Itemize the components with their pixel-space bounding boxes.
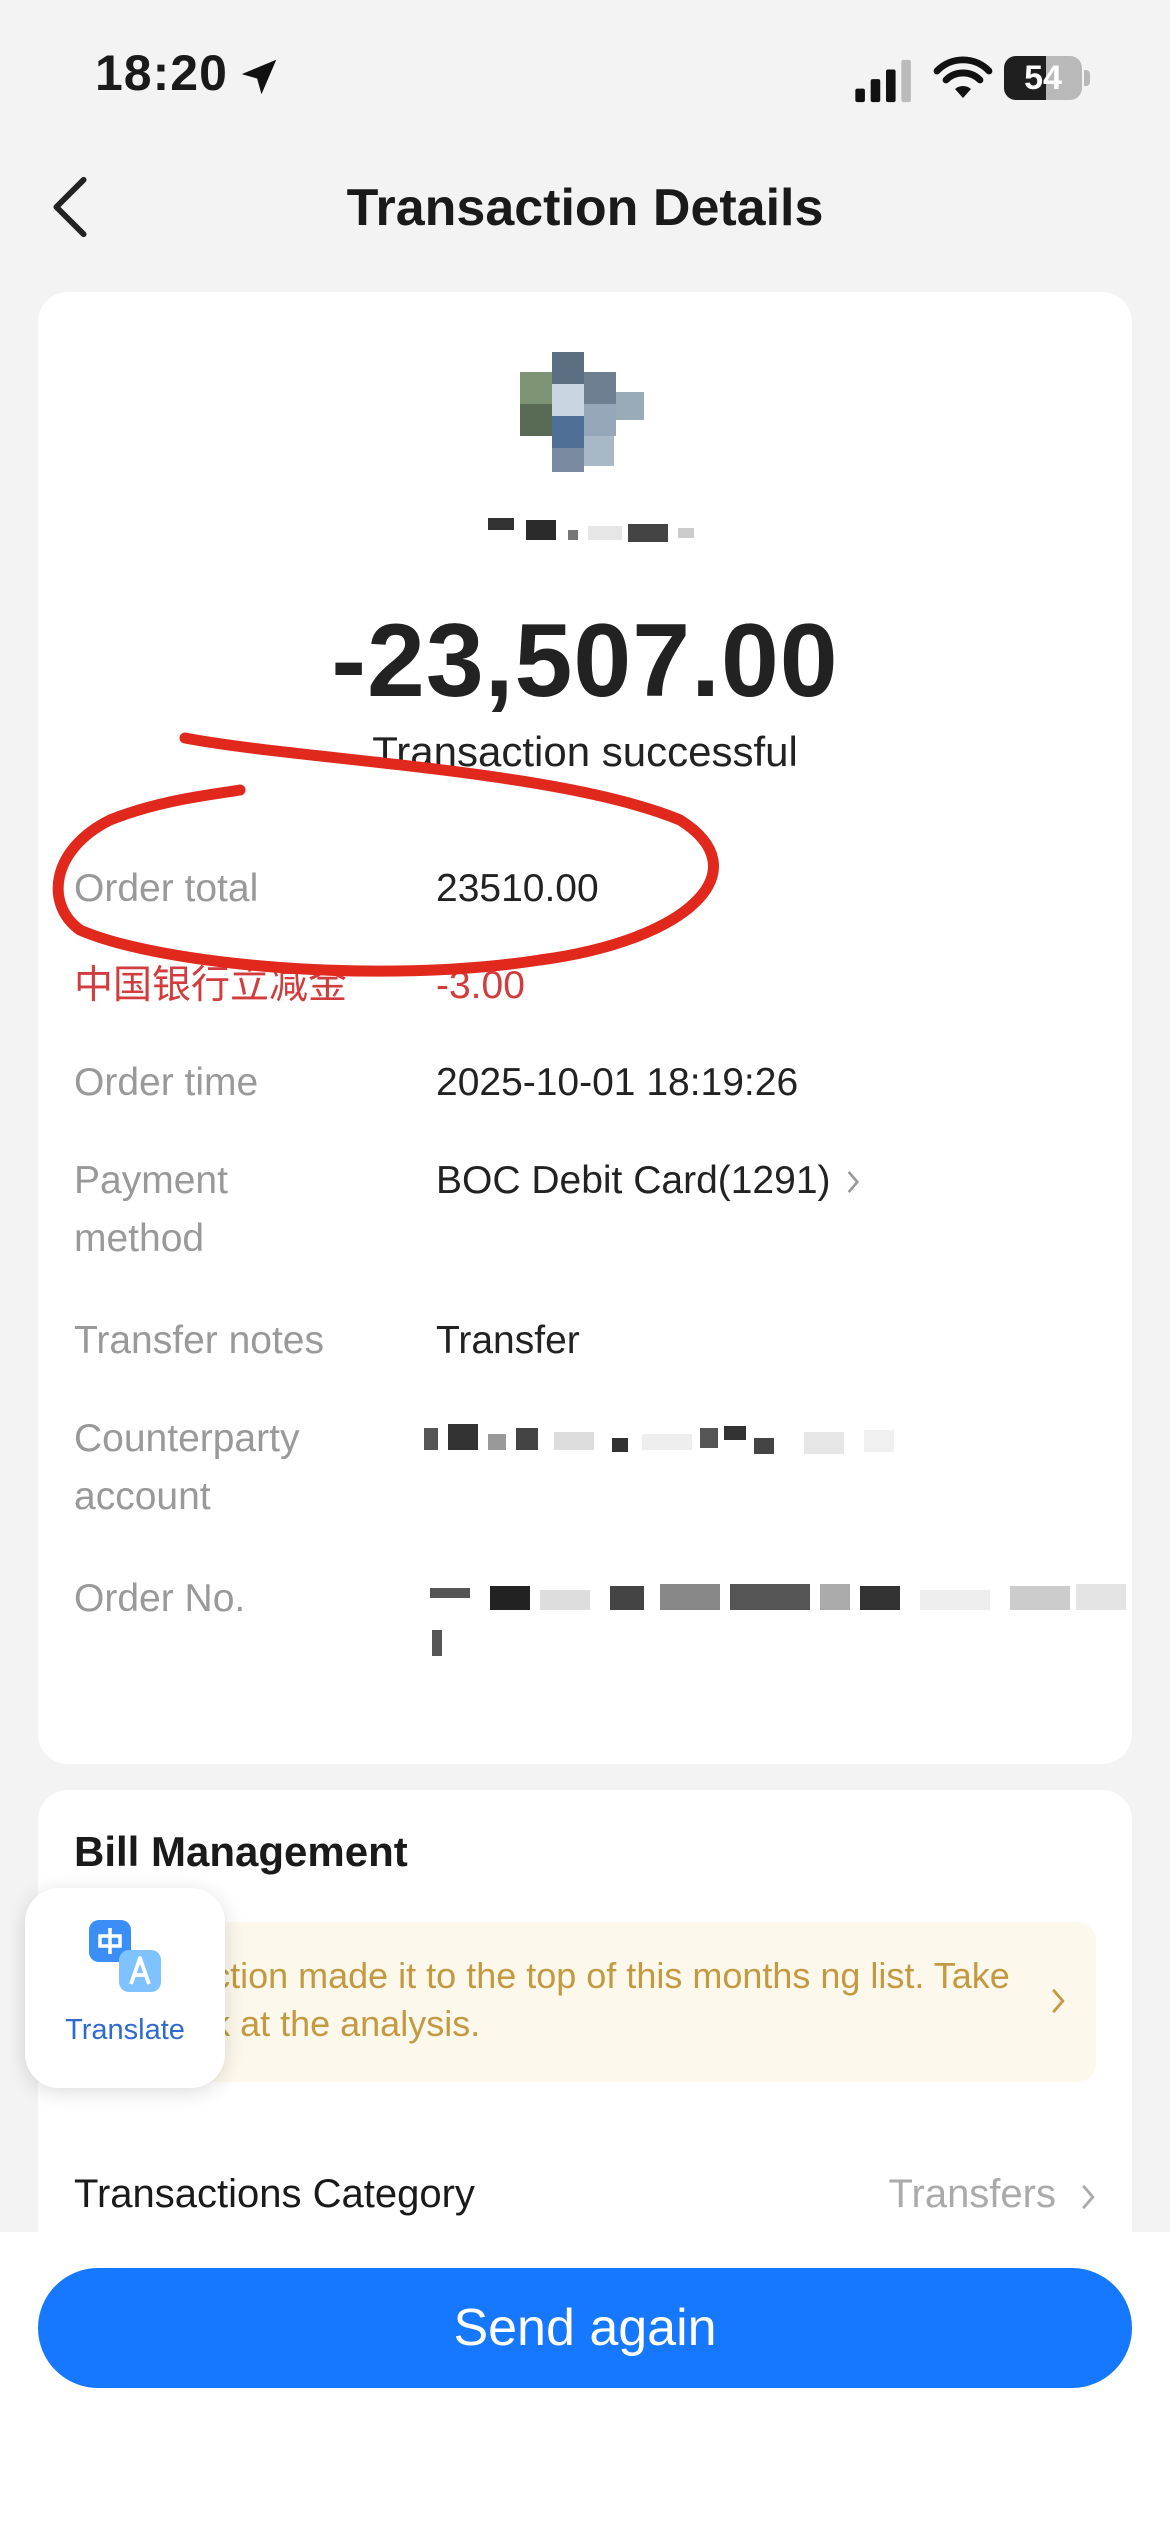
detail-label: Order total: [74, 867, 259, 910]
bill-management-title: Bill Management: [74, 1828, 408, 1875]
battery-percent: 54: [1024, 59, 1062, 97]
translate-label: Translate: [65, 2014, 185, 2046]
battery-nub: [1084, 70, 1090, 86]
transaction-status: Transaction successful: [372, 728, 798, 775]
order-number-redacted: [430, 1584, 1126, 1656]
transactions-category-row[interactable]: Transactions Category Transfers: [74, 2160, 1096, 2240]
detail-value: 23510.00: [436, 867, 599, 910]
chevron-right-icon: [1082, 2184, 1095, 2210]
ranking-banner[interactable]: ansaction made it to the top of this mon…: [74, 1922, 1096, 2082]
send-again-button[interactable]: Send again: [38, 2268, 1132, 2388]
detail-label: Payment method: [74, 1159, 228, 1260]
status-time: 18:20: [95, 45, 228, 101]
bottom-action-bar: Send again: [0, 2232, 1170, 2532]
category-value: Transfers: [888, 2172, 1056, 2216]
transaction-amount: -23,507.00: [331, 603, 839, 719]
payee-name-redacted: [488, 518, 694, 542]
chevron-right-icon: [1052, 1988, 1065, 2014]
translate-widget[interactable]: Translate: [25, 1888, 225, 2088]
detail-label: Order time: [74, 1061, 259, 1104]
signal-icon: [855, 59, 911, 103]
avatar[interactable]: [520, 352, 650, 482]
page-title: Transaction Details: [346, 179, 824, 237]
translate-icon: [89, 1920, 161, 1992]
detail-value: Transfer: [436, 1319, 580, 1362]
counterparty-redacted: [424, 1424, 894, 1454]
detail-label: 中国银行立减金: [74, 964, 348, 1007]
detail-label: Counterparty account: [74, 1417, 300, 1518]
detail-value: 2025-10-01 18:19:26: [436, 1061, 799, 1104]
battery-icon: 54: [1004, 56, 1082, 100]
status-bar: 18:20 54: [0, 0, 1170, 150]
detail-label: Order No.: [74, 1577, 246, 1620]
nav-bar: Transaction Details: [0, 150, 1170, 270]
detail-value: BOC Debit Card(1291): [436, 1159, 831, 1202]
transaction-card: -23,507.00 Transaction successful Order …: [38, 292, 1132, 1764]
detail-value: -3.00: [436, 964, 525, 1007]
detail-value-wrap: BOC Debit Card(1291): [436, 1152, 861, 1210]
category-label: Transactions Category: [74, 2172, 475, 2216]
banner-text: ansaction made it to the top of this mon…: [134, 1955, 1010, 2044]
chevron-right-icon: [847, 1171, 859, 1193]
location-arrow-icon: [241, 59, 277, 95]
wifi-icon: [933, 56, 993, 98]
detail-label: Transfer notes: [74, 1319, 324, 1362]
